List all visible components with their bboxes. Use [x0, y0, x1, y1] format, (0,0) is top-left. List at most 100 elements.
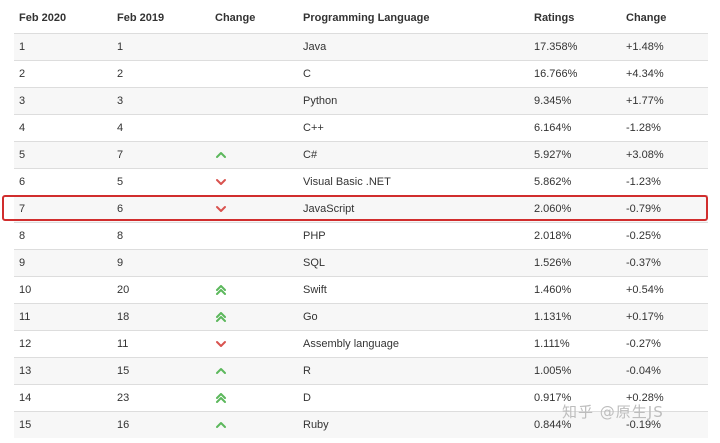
rating-cell: 1.460%: [534, 284, 572, 296]
rank-2019-cell: 20: [117, 284, 130, 296]
table-row: 7 6 JavaScript 2.060% -0.79%: [14, 195, 708, 222]
table-row: 1 1 Java 17.358% +1.48%: [14, 33, 708, 60]
change-cell: -0.04%: [626, 365, 661, 377]
rank-2020-cell: 6: [19, 176, 26, 188]
header-feb-2020[interactable]: Feb 2020: [19, 4, 66, 33]
rank-2020-cell: 12: [19, 338, 32, 350]
language-cell[interactable]: C#: [303, 142, 317, 168]
trend-cell: [215, 385, 227, 411]
language-cell[interactable]: SQL: [303, 250, 325, 276]
table-row: 5 7 C# 5.927% +3.08%: [14, 141, 708, 168]
rating-cell: 1.111%: [534, 338, 570, 350]
rank-2020-cell: 8: [19, 230, 26, 242]
language-cell[interactable]: Visual Basic .NET: [303, 169, 391, 195]
rank-2020-cell: 11: [19, 311, 31, 323]
change-cell: +1.48%: [626, 41, 664, 53]
rating-cell: 9.345%: [534, 95, 572, 107]
header-change-percent[interactable]: Change: [626, 4, 666, 33]
change-cell: +1.77%: [626, 95, 664, 107]
table-row: 13 15 R 1.005% -0.04%: [14, 357, 708, 384]
rank-2019-cell: 23: [117, 392, 130, 404]
language-cell[interactable]: D: [303, 385, 311, 411]
rating-cell: 2.018%: [534, 230, 572, 242]
rank-2019-cell: 6: [117, 203, 124, 215]
zhihu-watermark: 知乎 @原生JS: [562, 403, 664, 421]
language-cell[interactable]: Python: [303, 88, 337, 114]
change-cell: -0.25%: [626, 230, 661, 242]
language-cell[interactable]: Swift: [303, 277, 327, 303]
arrow-down-icon: [216, 179, 226, 185]
table-row: 10 20 Swift 1.460% +0.54%: [14, 276, 708, 303]
rank-2019-cell: 3: [117, 95, 124, 107]
rank-2020-cell: 3: [19, 95, 26, 107]
rank-2020-cell: 4: [19, 122, 26, 134]
rank-2020-cell: 9: [19, 257, 26, 269]
header-feb-2019[interactable]: Feb 2019: [117, 4, 164, 33]
language-cell[interactable]: Java: [303, 34, 326, 60]
change-cell: +0.17%: [626, 311, 664, 323]
header-ratings[interactable]: Ratings: [534, 4, 574, 33]
language-cell[interactable]: Assembly language: [303, 331, 399, 357]
rank-2019-cell: 15: [117, 365, 130, 377]
header-change-arrow[interactable]: Change: [215, 4, 255, 33]
rank-2019-cell: 8: [117, 230, 124, 242]
arrow-up-icon: [216, 368, 226, 374]
rank-2019-cell: 9: [117, 257, 124, 269]
rank-2020-cell: 5: [19, 149, 26, 161]
table-row: 3 3 Python 9.345% +1.77%: [14, 87, 708, 114]
rating-cell: 16.766%: [534, 68, 578, 80]
rating-cell: 1.005%: [534, 365, 572, 377]
header-programming-language[interactable]: Programming Language: [303, 4, 430, 33]
double-arrow-up-icon: [216, 285, 226, 295]
double-arrow-up-icon: [216, 393, 226, 403]
trend-cell: [215, 304, 227, 330]
rating-cell: 1.526%: [534, 257, 572, 269]
rank-2019-cell: 4: [117, 122, 124, 134]
change-cell: +4.34%: [626, 68, 664, 80]
language-cell[interactable]: C++: [303, 115, 324, 141]
language-cell[interactable]: C: [303, 61, 311, 87]
rank-2019-cell: 16: [117, 419, 130, 431]
table-row: 12 11 Assembly language 1.111% -0.27%: [14, 330, 708, 357]
trend-cell: [215, 169, 227, 195]
table-header-row: Feb 2020 Feb 2019 Change Programming Lan…: [14, 4, 708, 33]
rating-cell: 5.862%: [534, 176, 572, 188]
rating-cell: 5.927%: [534, 149, 572, 161]
language-cell[interactable]: PHP: [303, 223, 326, 249]
rank-2020-cell: 15: [19, 419, 32, 431]
change-cell: -1.28%: [626, 122, 661, 134]
rank-2019-cell: 7: [117, 149, 124, 161]
arrow-down-icon: [216, 341, 226, 347]
change-cell: +0.54%: [626, 284, 664, 296]
trend-cell: [215, 358, 227, 384]
double-arrow-up-icon: [216, 312, 226, 322]
rank-2019-cell: 5: [117, 176, 124, 188]
rank-2020-cell: 14: [19, 392, 32, 404]
trend-cell: [215, 277, 227, 303]
rating-cell: 1.131%: [534, 311, 572, 323]
table-row: 8 8 PHP 2.018% -0.25%: [14, 222, 708, 249]
table-row: 4 4 C++ 6.164% -1.28%: [14, 114, 708, 141]
rank-2019-cell: 2: [117, 68, 124, 80]
change-cell: +3.08%: [626, 149, 664, 161]
language-cell[interactable]: Ruby: [303, 412, 329, 438]
change-cell: -0.37%: [626, 257, 661, 269]
trend-cell: [215, 412, 227, 438]
arrow-up-icon: [216, 422, 226, 428]
table-row: 11 18 Go 1.131% +0.17%: [14, 303, 708, 330]
rating-cell: 6.164%: [534, 122, 572, 134]
language-cell[interactable]: R: [303, 358, 311, 384]
rank-2020-cell: 2: [19, 68, 26, 80]
change-cell: -0.79%: [626, 203, 661, 215]
rank-2020-cell: 13: [19, 365, 32, 377]
language-cell[interactable]: JavaScript: [303, 196, 354, 222]
rank-2019-cell: 11: [117, 338, 129, 350]
arrow-up-icon: [216, 152, 226, 158]
rank-2019-cell: 1: [117, 41, 124, 53]
change-cell: -1.23%: [626, 176, 661, 188]
trend-cell: [215, 142, 227, 168]
rating-cell: 2.060%: [534, 203, 572, 215]
rank-2020-cell: 1: [19, 41, 26, 53]
language-cell[interactable]: Go: [303, 304, 318, 330]
table-row: 9 9 SQL 1.526% -0.37%: [14, 249, 708, 276]
